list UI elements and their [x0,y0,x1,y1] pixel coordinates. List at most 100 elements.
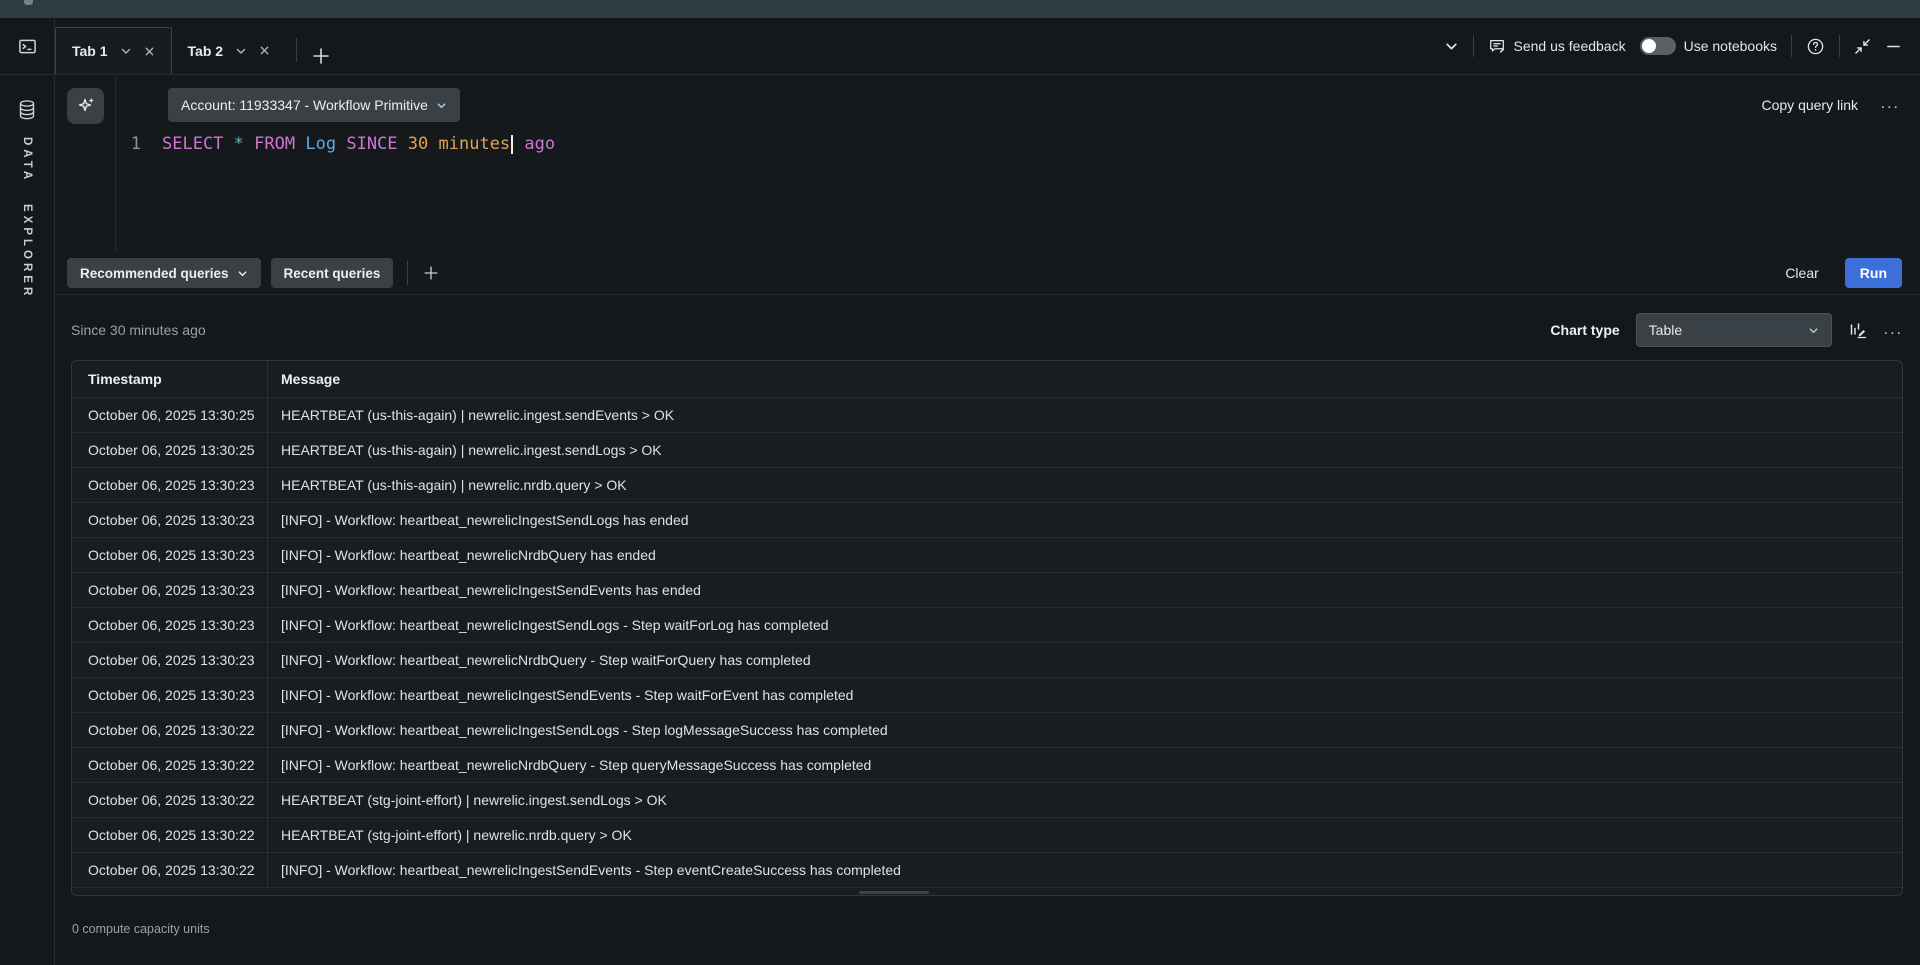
horizontal-scrollbar-thumb[interactable] [859,891,929,894]
chart-type-label: Chart type [1550,322,1619,338]
chevron-down-icon [1808,325,1819,336]
editor-gutter-divider [115,75,116,252]
table-row[interactable]: October 06, 2025 13:30:23 [INFO] - Workf… [72,607,1902,642]
table-partial-row [72,887,1902,895]
table-row[interactable]: October 06, 2025 13:30:22 HEARTBEAT (stg… [72,817,1902,852]
table-row[interactable]: October 06, 2025 13:30:25 HEARTBEAT (us-… [72,432,1902,467]
table-row[interactable]: October 06, 2025 13:30:23 [INFO] - Workf… [72,537,1902,572]
database-icon[interactable] [17,99,37,121]
collapse-window-icon[interactable] [1854,38,1871,55]
tab-2[interactable]: Tab 2 [172,27,287,74]
query-editor[interactable]: Account: 11933347 - Workflow Primitive C… [55,75,1920,252]
message-cell: [INFO] - Workflow: heartbeat_newrelicIng… [267,853,1902,887]
chart-type-select[interactable]: Table [1636,313,1832,347]
top-window-strip [0,0,1920,18]
message-cell: [INFO] - Workflow: heartbeat_newrelicNrd… [267,643,1902,677]
recent-queries-label: Recent queries [284,266,381,281]
data-explorer-sidebar: DATA EXPLORER [0,18,55,965]
use-notebooks-toggle[interactable] [1640,37,1676,55]
table-row[interactable]: October 06, 2025 13:30:22 HEARTBEAT (stg… [72,782,1902,817]
timestamp-cell: October 06, 2025 13:30:22 [72,748,267,782]
table-row[interactable]: October 06, 2025 13:30:23 [INFO] - Workf… [72,572,1902,607]
sparkle-icon [76,96,96,116]
table-row[interactable]: October 06, 2025 13:30:25 HEARTBEAT (us-… [72,397,1902,432]
query-toolbar: Recommended queries Recent queries Clear… [55,252,1920,294]
sidebar-body: DATA EXPLORER [17,75,37,300]
timestamp-cell: October 06, 2025 13:30:23 [72,573,267,607]
divider [1791,35,1792,57]
timestamp-cell: October 06, 2025 13:30:23 [72,503,267,537]
timestamp-cell: October 06, 2025 13:30:25 [72,398,267,432]
results-header: Since 30 minutes ago Chart type Table [71,313,1903,347]
account-selector[interactable]: Account: 11933347 - Workflow Primitive [168,88,460,122]
add-query-plus-icon[interactable] [422,264,440,282]
tab-divider [296,38,297,62]
account-selector-label: Account: 11933347 - Workflow Primitive [181,97,428,113]
message-cell: [INFO] - Workflow: heartbeat_newrelicNrd… [267,748,1902,782]
timestamp-cell: October 06, 2025 13:30:22 [72,853,267,887]
sidebar-title: DATA EXPLORER [21,137,33,300]
sidebar-top [0,18,54,75]
minimize-icon[interactable] [1885,38,1902,55]
timestamp-cell: October 06, 2025 13:30:23 [72,678,267,712]
table-row[interactable]: October 06, 2025 13:30:23 [INFO] - Workf… [72,502,1902,537]
query-editor-section: Account: 11933347 - Workflow Primitive C… [55,75,1920,295]
copy-query-link-button[interactable]: Copy query link [1762,97,1859,113]
results-more-options-button[interactable]: ... [1884,321,1903,339]
timestamp-cell: October 06, 2025 13:30:23 [72,608,267,642]
tab-1-close-icon[interactable] [144,46,155,57]
clear-button[interactable]: Clear [1785,265,1818,281]
message-cell: [INFO] - Workflow: heartbeat_newrelicIng… [267,503,1902,537]
tab-2-close-icon[interactable] [259,45,270,56]
table-header-row: Timestamp Message [72,361,1902,397]
tab-1-label: Tab 1 [72,43,108,59]
timestamp-cell: October 06, 2025 13:30:25 [72,433,267,467]
run-button[interactable]: Run [1845,258,1902,288]
table-row[interactable]: October 06, 2025 13:30:23 HEARTBEAT (us-… [72,467,1902,502]
message-cell: HEARTBEAT (us-this-again) | newrelic.ing… [267,433,1902,467]
tab-2-chevron-down-icon[interactable] [235,45,247,57]
table-row[interactable]: October 06, 2025 13:30:23 [INFO] - Workf… [72,677,1902,712]
table-row[interactable]: October 06, 2025 13:30:22 [INFO] - Workf… [72,712,1902,747]
timestamp-cell: October 06, 2025 13:30:23 [72,643,267,677]
timestamp-cell: October 06, 2025 13:30:22 [72,818,267,852]
table-row[interactable]: October 06, 2025 13:30:22 [INFO] - Workf… [72,852,1902,887]
column-header-timestamp[interactable]: Timestamp [72,361,267,397]
new-tab-plus-icon[interactable] [311,46,331,66]
tab-1-chevron-down-icon[interactable] [120,45,132,57]
help-icon[interactable] [1806,37,1825,56]
edit-chart-icon[interactable] [1848,320,1868,340]
message-cell: HEARTBEAT (stg-joint-effort) | newrelic.… [267,818,1902,852]
tabs: Tab 1 Tab 2 [55,18,331,74]
table-row[interactable]: October 06, 2025 13:30:23 [INFO] - Workf… [72,642,1902,677]
query-toolbar-right: Clear Run [1785,258,1902,288]
query-line[interactable]: 1 SELECT * FROM Log SINCE 30 minutes ago [55,131,555,157]
column-header-message[interactable]: Message [267,361,1902,397]
editor-more-options-button[interactable]: ... [1881,95,1900,113]
timestamp-cell: October 06, 2025 13:30:22 [72,783,267,817]
message-cell: [INFO] - Workflow: heartbeat_newrelicIng… [267,573,1902,607]
timestamp-cell: October 06, 2025 13:30:22 [72,713,267,747]
timestamp-cell: October 06, 2025 13:30:23 [72,468,267,502]
message-cell: [INFO] - Workflow: heartbeat_newrelicIng… [267,678,1902,712]
chart-type-value: Table [1649,322,1682,338]
recommended-queries-button[interactable]: Recommended queries [67,258,261,288]
sidebar-title-data: DATA [21,137,33,183]
feedback-icon [1488,37,1506,55]
console-panel-icon[interactable] [18,37,37,56]
message-cell: [INFO] - Workflow: heartbeat_newrelicNrd… [267,538,1902,572]
send-feedback-label: Send us feedback [1514,38,1626,54]
sidebar-title-explorer: EXPLORER [21,204,33,299]
table-row[interactable]: October 06, 2025 13:30:22 [INFO] - Workf… [72,747,1902,782]
recent-queries-button[interactable]: Recent queries [271,258,394,288]
ai-assistant-button[interactable] [67,88,104,124]
tab-1[interactable]: Tab 1 [55,27,172,74]
collapse-chevron-down-icon[interactable] [1444,39,1459,54]
results-table: Timestamp Message October 06, 2025 13:30… [71,360,1903,896]
message-cell: HEARTBEAT (us-this-again) | newrelic.ing… [267,398,1902,432]
divider [1473,35,1474,57]
divider [407,261,408,285]
divider [1839,35,1840,57]
tab-bar: Tab 1 Tab 2 [55,18,1920,75]
send-feedback-button[interactable]: Send us feedback [1488,37,1626,55]
